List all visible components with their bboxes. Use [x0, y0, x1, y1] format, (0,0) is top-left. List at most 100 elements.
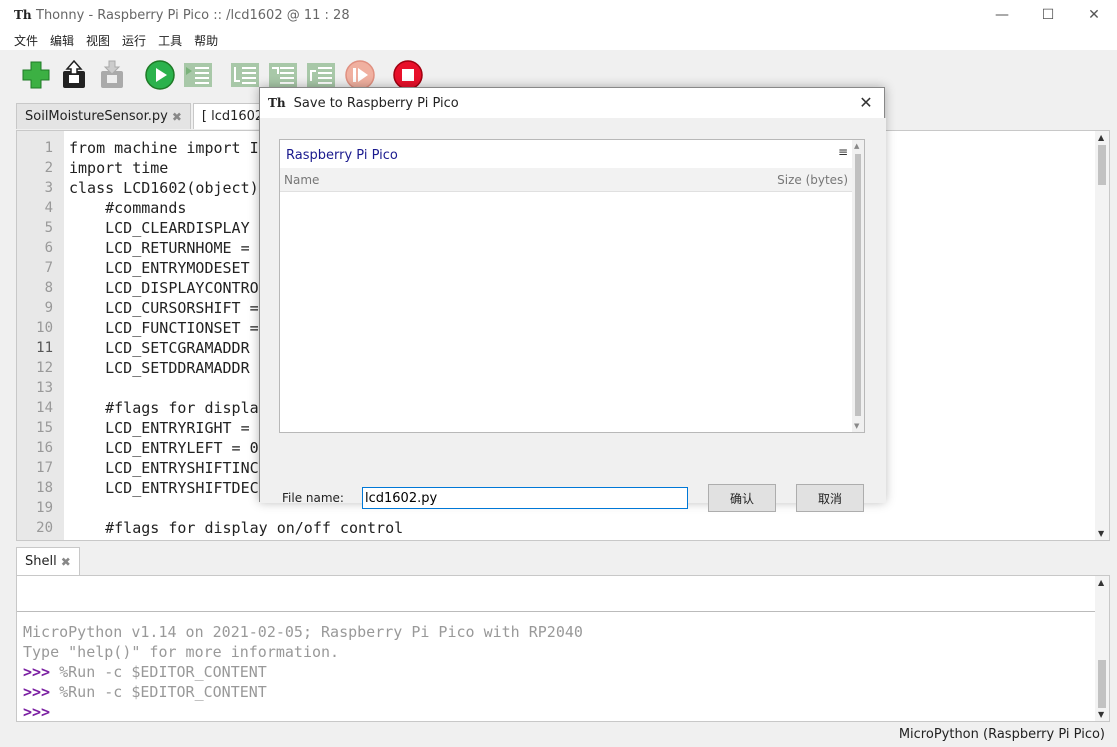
- column-name[interactable]: Name: [284, 173, 319, 187]
- code-line[interactable]: 20 #flags for display on/off control: [17, 518, 403, 538]
- column-size[interactable]: Size (bytes): [777, 173, 848, 187]
- code-line[interactable]: 1 from machine import I: [17, 138, 259, 158]
- scroll-up-icon[interactable]: ▲: [1098, 133, 1104, 142]
- code-line[interactable]: 4 #commands: [17, 198, 187, 218]
- filename-input[interactable]: [362, 487, 688, 509]
- interpreter-selector[interactable]: MicroPython (Raspberry Pi Pico): [899, 727, 1105, 742]
- shell-scrollbar[interactable]: ▲ ▼: [1095, 576, 1109, 721]
- scroll-thumb[interactable]: [1098, 145, 1106, 185]
- location-path[interactable]: Raspberry Pi Pico: [286, 148, 398, 163]
- scroll-down-icon[interactable]: ▼: [1098, 529, 1104, 538]
- run-button[interactable]: [144, 59, 176, 91]
- scroll-down-icon[interactable]: ▼: [854, 422, 859, 430]
- menu-bar: 文件 编辑 视图 运行 工具 帮助: [0, 30, 1117, 50]
- plus-icon: [22, 61, 50, 89]
- code-line[interactable]: 19: [17, 498, 53, 518]
- code-line[interactable]: 18 LCD_ENTRYSHIFTDEC: [17, 478, 259, 498]
- close-tab-icon[interactable]: ✖: [172, 110, 182, 124]
- thonny-logo-icon: Th: [268, 96, 286, 110]
- code-line[interactable]: 10 LCD_FUNCTIONSET =: [17, 318, 259, 338]
- code-line[interactable]: 6 LCD_RETURNHOME =: [17, 238, 250, 258]
- code-text: LCD_ENTRYLEFT = 0: [69, 439, 259, 457]
- editor-scrollbar[interactable]: ▲ ▼: [1095, 131, 1109, 540]
- code-line[interactable]: 15 LCD_ENTRYRIGHT =: [17, 418, 249, 438]
- cancel-button[interactable]: 取消: [796, 484, 864, 512]
- code-text: LCD_ENTRYMODESET: [69, 259, 250, 277]
- code-line[interactable]: 16 LCD_ENTRYLEFT = 0: [17, 438, 259, 458]
- menu-run[interactable]: 运行: [122, 32, 146, 49]
- minimize-button[interactable]: —: [979, 0, 1025, 30]
- shell-tab[interactable]: Shell ✖: [16, 547, 80, 575]
- editor-tabs: SoilMoistureSensor.py ✖ [ lcd1602 ] ✖: [16, 103, 297, 129]
- open-icon: [63, 59, 85, 88]
- scroll-up-icon[interactable]: ▲: [1098, 578, 1104, 587]
- file-browser[interactable]: Raspberry Pi Pico ≡ Name Size (bytes) ▲ …: [279, 139, 865, 433]
- line-number: 10: [36, 320, 53, 336]
- scroll-down-icon[interactable]: ▼: [1098, 710, 1104, 719]
- code-line[interactable]: 17 LCD_ENTRYSHIFTINC: [17, 458, 259, 478]
- close-window-button[interactable]: ✕: [1071, 0, 1117, 30]
- maximize-button[interactable]: ☐: [1025, 0, 1071, 30]
- line-number: 19: [36, 500, 53, 516]
- menu-file[interactable]: 文件: [14, 32, 38, 49]
- scroll-up-icon[interactable]: ▲: [854, 142, 859, 150]
- shell-line: Type "help()" for more information.: [23, 642, 583, 662]
- code-line[interactable]: 3 class LCD1602(object): [17, 178, 259, 198]
- code-line[interactable]: 5 LCD_CLEARDISPLAY: [17, 218, 250, 238]
- shell-prompt: >>>: [23, 663, 51, 681]
- new-file-button[interactable]: [20, 59, 52, 91]
- thonny-logo-icon: Th: [14, 8, 32, 22]
- shell-line: >>> %Run -c $EDITOR_CONTENT: [23, 662, 583, 682]
- shell-panel[interactable]: MicroPython v1.14 on 2021-02-05; Raspber…: [16, 575, 1110, 722]
- play-icon: [145, 60, 175, 90]
- dialog-close-button[interactable]: ✕: [856, 93, 876, 113]
- shell-text: %Run -c $EDITOR_CONTENT: [50, 683, 267, 701]
- scroll-thumb[interactable]: [855, 154, 861, 416]
- line-number: 20: [36, 520, 53, 536]
- code-text: class LCD1602(object): [69, 179, 259, 197]
- open-file-button[interactable]: [58, 59, 90, 91]
- line-number: 2: [44, 160, 53, 176]
- menu-tools[interactable]: 工具: [158, 32, 182, 49]
- code-line[interactable]: 8 LCD_DISPLAYCONTRO: [17, 278, 259, 298]
- shell-line: >>> %Run -c $EDITOR_CONTENT: [23, 682, 583, 702]
- line-number: 1: [44, 140, 53, 156]
- scroll-thumb[interactable]: [1098, 660, 1106, 708]
- step-over-button[interactable]: [229, 59, 261, 91]
- line-number: 5: [44, 220, 53, 236]
- step-over-icon: [231, 63, 259, 87]
- code-text: LCD_SETCGRAMADDR: [69, 339, 250, 357]
- shell-line: MicroPython v1.14 on 2021-02-05; Raspber…: [23, 622, 583, 642]
- code-line[interactable]: 2 import time: [17, 158, 169, 178]
- dialog-body: Raspberry Pi Pico ≡ Name Size (bytes) ▲ …: [260, 118, 886, 512]
- code-text: LCD_FUNCTIONSET =: [69, 319, 259, 337]
- code-line[interactable]: 13: [17, 378, 53, 398]
- code-line[interactable]: 9 LCD_CURSORSHIFT =: [17, 298, 259, 318]
- file-list-scrollbar[interactable]: ▲ ▼: [852, 140, 864, 432]
- debug-button[interactable]: [182, 59, 214, 91]
- close-shell-icon[interactable]: ✖: [61, 555, 71, 569]
- code-line[interactable]: 14 #flags for displa: [17, 398, 259, 418]
- code-line[interactable]: 11 LCD_SETCGRAMADDR: [17, 338, 249, 358]
- line-number: 17: [36, 460, 53, 476]
- code-text: LCD_CURSORSHIFT =: [69, 299, 259, 317]
- dialog-title: Save to Raspberry Pi Pico: [293, 95, 459, 111]
- code-text: LCD_SETDDRAMADDR: [69, 359, 250, 377]
- line-number: 14: [36, 400, 53, 416]
- tab-label: SoilMoistureSensor.py: [25, 109, 168, 124]
- menu-edit[interactable]: 编辑: [50, 32, 74, 49]
- line-number: 16: [36, 440, 53, 456]
- code-line[interactable]: 12 LCD_SETDDRAMADDR: [17, 358, 249, 378]
- hamburger-menu-icon[interactable]: ≡: [838, 145, 848, 159]
- line-number: 8: [44, 280, 53, 296]
- shell-output: MicroPython v1.14 on 2021-02-05; Raspber…: [23, 622, 583, 721]
- tab-soilmoisturesensor[interactable]: SoilMoistureSensor.py ✖: [16, 103, 191, 129]
- menu-help[interactable]: 帮助: [194, 32, 218, 49]
- code-text: #flags for displa: [69, 399, 259, 417]
- save-icon: [101, 60, 123, 88]
- ok-button[interactable]: 确认: [708, 484, 776, 512]
- menu-view[interactable]: 视图: [86, 32, 110, 49]
- code-line[interactable]: 7 LCD_ENTRYMODESET: [17, 258, 250, 278]
- code-text: from machine import I: [69, 139, 259, 157]
- save-button[interactable]: [96, 59, 128, 91]
